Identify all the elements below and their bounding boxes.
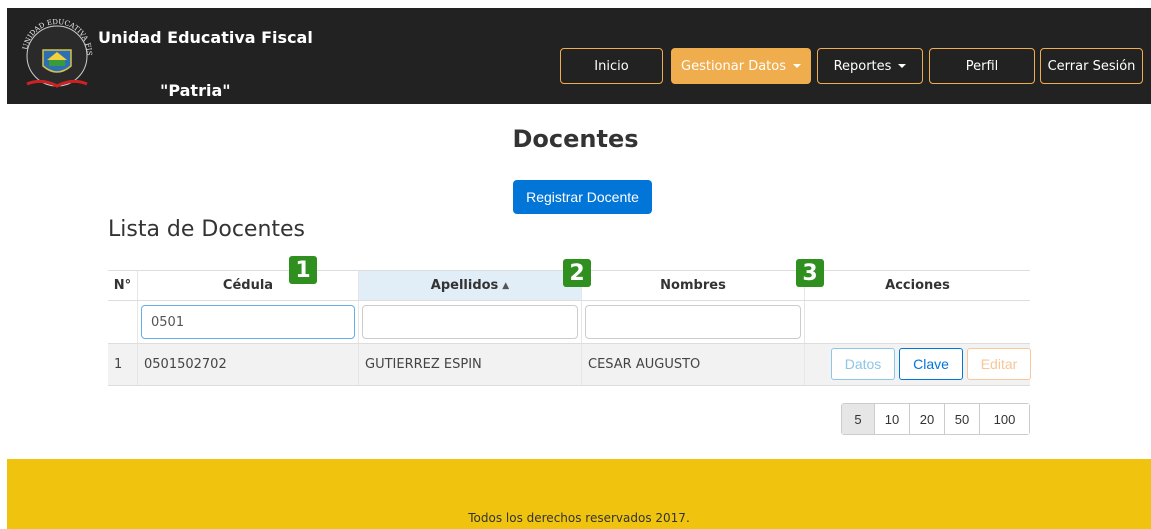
row-nombres: CESAR AUGUSTO bbox=[582, 344, 805, 385]
view-data-button[interactable]: Datos bbox=[831, 348, 895, 380]
nav-inicio-button[interactable]: Inicio bbox=[560, 48, 663, 84]
row-number: 1 bbox=[108, 344, 138, 385]
filter-cell-cedula bbox=[138, 301, 359, 343]
page-size-10[interactable]: 10 bbox=[875, 404, 910, 434]
filter-empty-cell bbox=[108, 301, 138, 343]
page-size-50[interactable]: 50 bbox=[945, 404, 980, 434]
step-badge-2: 2 bbox=[563, 259, 591, 287]
step-badge-3: 3 bbox=[796, 259, 824, 287]
page-size-selector: 5 10 20 50 100 bbox=[841, 403, 1030, 435]
filter-row bbox=[108, 301, 1030, 344]
row-cedula: 0501502702 bbox=[138, 344, 359, 385]
page-title: Docentes bbox=[512, 125, 639, 153]
caret-down-icon bbox=[793, 64, 801, 68]
reset-password-button[interactable]: Clave bbox=[899, 348, 963, 380]
nav-perfil-button[interactable]: Perfil bbox=[929, 48, 1035, 84]
caret-down-icon bbox=[898, 64, 907, 68]
page-size-20[interactable]: 20 bbox=[910, 404, 945, 434]
column-header-acciones: Acciones bbox=[885, 278, 950, 293]
brand-title: Unidad Educativa Fiscal bbox=[98, 28, 313, 47]
footer-copyright: Todos los derechos reservados 2017. bbox=[468, 511, 690, 525]
filter-cell-nombres bbox=[582, 301, 805, 343]
footer: Todos los derechos reservados 2017. bbox=[7, 459, 1151, 529]
edit-button[interactable]: Editar bbox=[967, 348, 1031, 380]
list-title: Lista de Docentes bbox=[108, 217, 306, 242]
column-header-cedula[interactable]: Cédula bbox=[138, 271, 359, 300]
cedula-filter-input[interactable] bbox=[141, 305, 355, 339]
nav-cerrar-sesion-button[interactable]: Cerrar Sesión bbox=[1040, 48, 1143, 84]
sort-ascending-icon: ▲ bbox=[502, 280, 510, 291]
row-apellidos: GUTIERREZ ESPIN bbox=[359, 344, 582, 385]
nav-gestionar-datos-button[interactable]: Gestionar Datos bbox=[671, 48, 811, 84]
filter-empty-cell bbox=[805, 301, 1030, 343]
column-header-nombres[interactable]: Nombres bbox=[582, 271, 805, 300]
page-size-100[interactable]: 100 bbox=[980, 404, 1029, 434]
school-seal-logo[interactable]: UNIDAD EDUCATIVA FISCAL bbox=[17, 16, 97, 96]
brand-subtitle: "Patria" bbox=[160, 81, 231, 100]
table-row: 1 0501502702 GUTIERREZ ESPIN CESAR AUGUS… bbox=[108, 344, 1031, 386]
nav-reportes-button[interactable]: Reportes bbox=[817, 48, 923, 84]
navbar: UNIDAD EDUCATIVA FISCAL Unidad Educativa… bbox=[7, 8, 1151, 104]
row-actions: Datos Clave Editar bbox=[805, 344, 1031, 385]
column-header-number: N° bbox=[108, 271, 138, 300]
apellidos-filter-input[interactable] bbox=[362, 305, 578, 339]
register-teacher-button[interactable]: Registrar Docente bbox=[513, 180, 652, 214]
step-badge-1: 1 bbox=[289, 256, 317, 284]
filter-cell-apellidos bbox=[359, 301, 582, 343]
nombres-filter-input[interactable] bbox=[585, 305, 801, 339]
page-size-5[interactable]: 5 bbox=[842, 404, 875, 434]
column-header-apellidos[interactable]: Apellidos ▲ bbox=[359, 271, 582, 300]
